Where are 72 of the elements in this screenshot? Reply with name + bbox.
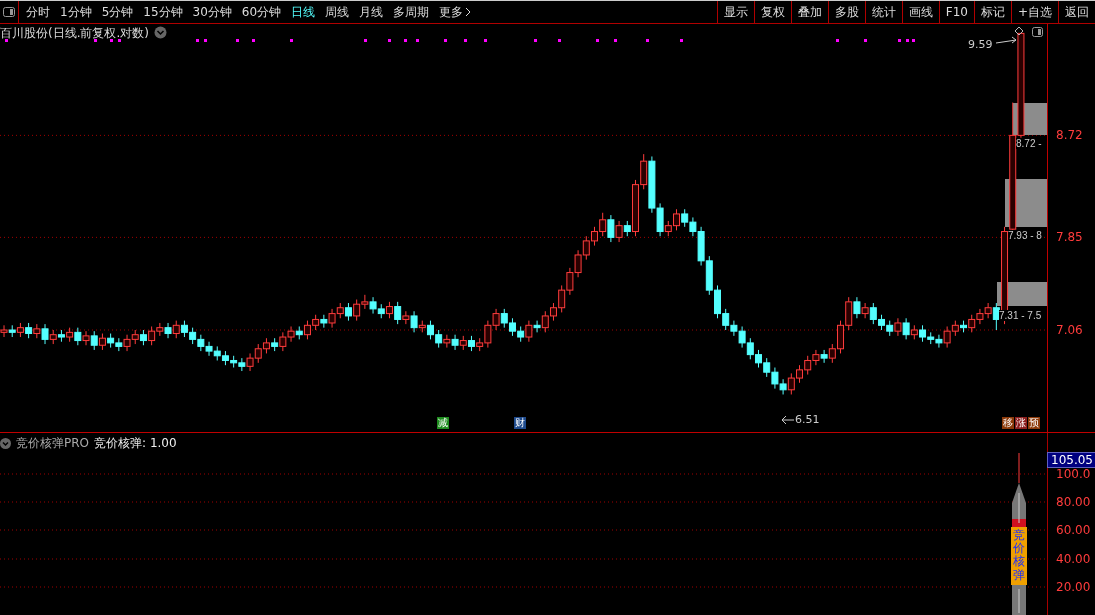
toolbar-button[interactable]: 标记	[973, 0, 1011, 24]
candlestick	[410, 310, 418, 333]
price-zone-label: 7.31 - 7.5	[999, 310, 1042, 321]
rocket-label: 竞价核弹	[1012, 529, 1026, 582]
price-zone-label: 8.72 -	[1016, 138, 1042, 149]
indicator-name: 竞价核弹PRO	[16, 435, 90, 452]
period-tab[interactable]: 60分钟	[236, 1, 287, 23]
toolbar-button[interactable]: 返回	[1058, 0, 1095, 24]
candlestick	[0, 324, 8, 338]
candlestick	[902, 317, 910, 340]
axis-label: 60.00	[1056, 523, 1091, 537]
price-zone-label: 7.93 - 8	[1008, 230, 1042, 241]
axis-label: 40.00	[1056, 552, 1091, 566]
period-tab[interactable]: 周线	[320, 1, 355, 23]
event-badge[interactable]: 预	[1028, 417, 1040, 429]
toolbar-button[interactable]: 显示	[716, 0, 754, 24]
axis-label: 20.00	[1056, 580, 1091, 594]
toolbar-button[interactable]: 多股	[827, 0, 865, 24]
period-tab[interactable]: 日线	[286, 1, 321, 23]
candlestick	[992, 302, 1000, 331]
axis-label: 100.0	[1056, 467, 1091, 481]
period-tab[interactable]: 30分钟	[187, 1, 237, 23]
candlestick	[402, 310, 410, 325]
price-label: 9.59	[968, 38, 993, 51]
candlestick	[90, 330, 98, 351]
panel-toggle-icon[interactable]	[1032, 27, 1043, 37]
toolbar-button[interactable]: 叠加	[790, 0, 828, 24]
diamond-icon	[1014, 26, 1024, 36]
toolbar-button[interactable]: 复权	[753, 0, 791, 24]
period-tab[interactable]: 15分钟	[138, 1, 188, 23]
toolbar-button[interactable]: +自选	[1010, 0, 1058, 24]
arrow-icon	[781, 415, 795, 425]
period-tab[interactable]: 5分钟	[96, 1, 139, 23]
candlestick	[607, 214, 615, 243]
candlestick	[820, 349, 828, 364]
axis-label: 80.00	[1056, 495, 1091, 509]
candlestick	[615, 220, 623, 243]
dropdown-icon[interactable]	[154, 26, 167, 39]
axis-label: 7.06	[1056, 323, 1083, 337]
candlestick	[82, 330, 90, 346]
candlestick	[41, 323, 49, 345]
toolbar-button[interactable]: 统计	[864, 0, 902, 24]
period-tab[interactable]: 多周期	[388, 1, 435, 23]
candlestick	[394, 301, 402, 325]
event-badge[interactable]: 减	[437, 417, 449, 429]
candlestick	[451, 334, 459, 351]
panel-toggle-icon[interactable]	[0, 1, 19, 23]
candlestick	[443, 334, 451, 349]
candlestick	[164, 322, 172, 339]
candlestick	[525, 320, 533, 343]
dropdown-icon[interactable]	[0, 438, 11, 449]
price-label: 6.51	[795, 413, 820, 426]
axis-label: 7.85	[1056, 230, 1083, 245]
current-value: 105.05	[1047, 452, 1095, 468]
event-badge[interactable]: 涨	[1015, 417, 1027, 429]
event-badge[interactable]: 财	[514, 417, 526, 429]
candlestick	[861, 302, 869, 319]
period-tab[interactable]: 更多	[434, 1, 477, 23]
candlestick	[320, 314, 328, 329]
period-tab[interactable]: 分时	[21, 1, 55, 23]
period-tab[interactable]: 月线	[354, 1, 389, 23]
event-badge[interactable]: 移	[1002, 417, 1014, 429]
chart-title: 百川股份(日线.前复权.对数)	[0, 25, 167, 42]
toolbar-button[interactable]: F10	[938, 0, 974, 24]
toolbar-button[interactable]: 画线	[901, 0, 939, 24]
period-tab[interactable]: 1分钟	[55, 1, 97, 23]
indicator-value: 竞价核弹: 1.00	[94, 435, 177, 452]
arrow-icon	[995, 36, 1017, 44]
chevron-right-icon	[465, 7, 472, 17]
candlestick	[853, 296, 861, 319]
axis-label: 8.72	[1056, 128, 1083, 143]
candlestick	[533, 320, 541, 333]
